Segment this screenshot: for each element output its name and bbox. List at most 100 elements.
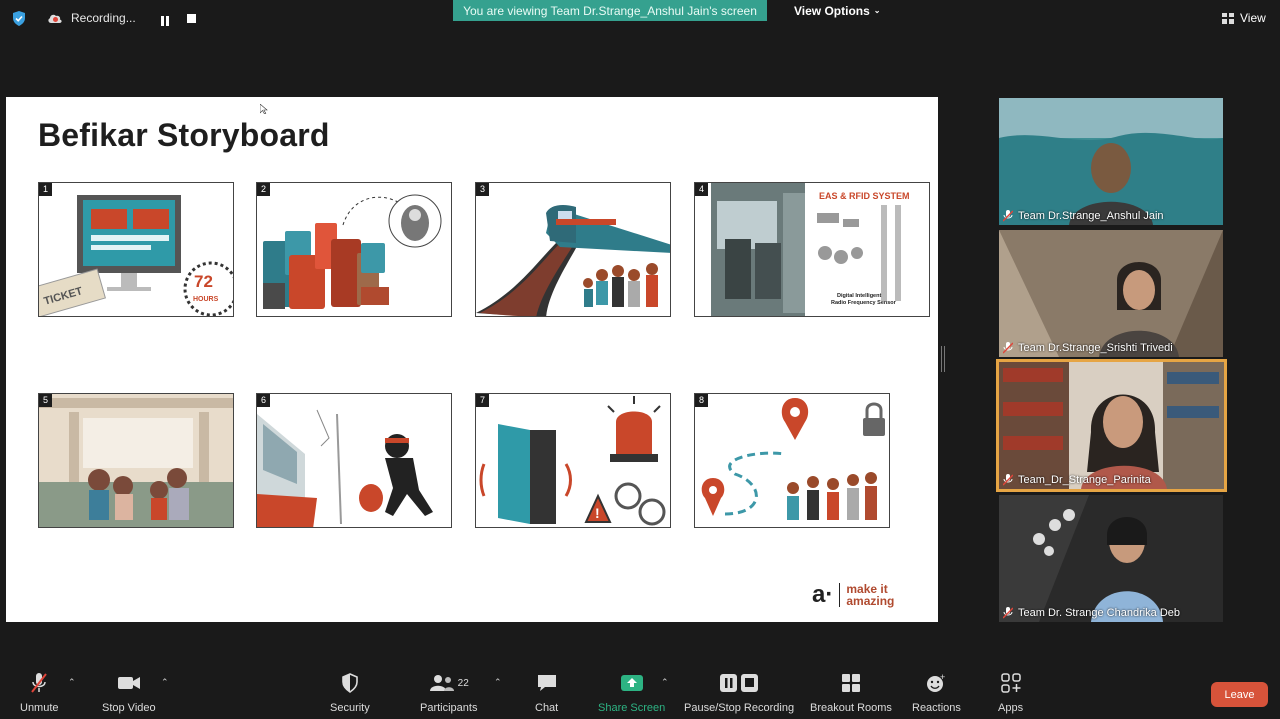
reactions-label: Reactions (912, 702, 961, 714)
participant-tile[interactable]: Team Dr.Strange_Srishti Trivedi (999, 230, 1223, 357)
view-button[interactable]: View (1222, 10, 1266, 26)
rfid-system-illustration: EAS & RFID SYSTEM Digital Intelligent Ra… (711, 183, 910, 316)
family-in-train-illustration (39, 394, 233, 527)
video-options-chevron-icon[interactable]: ⌃ (161, 677, 169, 688)
shield-icon (342, 673, 358, 693)
top-bar: Recording... You are viewing Team Dr.Str… (0, 0, 1280, 36)
storyboard-panel-6: 6 (256, 393, 452, 528)
participant-name: Team Dr.Strange_Srishti Trivedi (1018, 342, 1173, 354)
svg-text:+: + (940, 673, 945, 682)
cloud-recording-icon (48, 14, 62, 23)
storyboard-panel-4: 4 EAS & RFID SYSTEM Digital Intelligent … (694, 182, 930, 317)
hours-label: HOURS (193, 296, 219, 303)
meeting-toolbar: Unmute ⌃ Stop Video ⌃ Security 22 Partic… (0, 663, 1280, 719)
participant-video (999, 362, 1224, 489)
smiley-icon: + (927, 673, 946, 692)
storyboard-panel-2: 2 (256, 182, 452, 317)
participant-tile-active-speaker[interactable]: Team_Dr_Strange_Parinita (996, 359, 1227, 492)
chat-button[interactable]: Chat (535, 671, 558, 714)
participants-button[interactable]: 22 Participants (420, 671, 477, 714)
storyboard-panel-3: 3 (475, 182, 671, 317)
stop-recording-icon[interactable] (187, 14, 196, 23)
share-screen-icon (620, 675, 643, 691)
pause-recording-icon[interactable] (161, 13, 171, 26)
breakout-rooms-label: Breakout Rooms (810, 702, 892, 714)
shared-screen-slide: Befikar Storyboard 1 TICKET 72 HOURS 2 3… (6, 97, 938, 622)
panel-splitter-handle[interactable] (941, 346, 945, 372)
apps-button[interactable]: Apps (998, 671, 1023, 714)
thief-illustration (257, 409, 433, 527)
pause-stop-recording-icon (720, 674, 759, 692)
security-button[interactable]: Security (330, 671, 370, 714)
zoom-meeting-window: Recording... You are viewing Team Dr.Str… (0, 0, 1280, 719)
chat-label: Chat (535, 702, 559, 714)
participant-video (999, 495, 1223, 622)
panel-number: 6 (257, 394, 270, 407)
reactions-button[interactable]: + Reactions (912, 671, 961, 714)
mic-muted-icon (1003, 607, 1013, 619)
sensor-caption-2: Radio Frequency Sensor (831, 300, 897, 306)
luggage-tracker-illustration (263, 194, 442, 309)
eas-rfid-title: EAS & RFID SYSTEM (819, 191, 910, 201)
grid-view-icon (1222, 12, 1234, 24)
sensor-caption-1: Digital Intelligent (837, 293, 881, 299)
breakout-rooms-icon (841, 674, 860, 692)
participant-video (999, 230, 1223, 357)
leave-button[interactable]: Leave (1211, 682, 1268, 707)
storyboard-panel-5: 5 (38, 393, 234, 528)
recording-indicator: Recording... (47, 9, 136, 27)
participant-tile[interactable]: Team Dr. Strange Chandrika Deb (999, 495, 1223, 622)
share-screen-label: Share Screen (598, 702, 666, 714)
participant-name: Team Dr.Strange_Anshul Jain (1018, 210, 1164, 222)
participant-name: Team Dr. Strange Chandrika Deb (1018, 607, 1181, 619)
audio-options-chevron-icon[interactable]: ⌃ (68, 677, 76, 688)
chat-bubble-icon (537, 675, 556, 691)
unmute-button[interactable]: Unmute (20, 671, 59, 714)
panel-number: 2 (257, 183, 270, 196)
participants-options-chevron-icon[interactable]: ⌃ (494, 677, 502, 688)
mic-muted-icon (31, 673, 48, 693)
participant-tile[interactable]: Team Dr.Strange_Anshul Jain (999, 98, 1223, 225)
apps-label: Apps (998, 702, 1024, 714)
view-label: View (1240, 11, 1266, 25)
svg-text:!: ! (595, 505, 600, 521)
mic-muted-icon (1003, 474, 1013, 486)
slide-title: Befikar Storyboard (38, 117, 330, 153)
hours-number: 72 (194, 272, 213, 291)
stop-video-label: Stop Video (102, 702, 156, 714)
security-label: Security (330, 702, 370, 714)
apps-icon (1000, 673, 1021, 693)
participants-count: 22 (457, 677, 469, 689)
view-options-label: View Options (794, 3, 870, 18)
panel-number: 5 (39, 394, 52, 407)
brand-mark: a· (812, 581, 834, 608)
panel-number: 3 (476, 183, 489, 196)
chevron-down-icon: ⌄ (873, 6, 881, 15)
panel-number: 7 (476, 394, 489, 407)
panel-number: 4 (695, 183, 708, 196)
computer-ticket-illustration: TICKET 72 HOURS (39, 195, 233, 316)
brand-line-2: amazing (846, 594, 895, 608)
train-station-illustration (476, 205, 670, 316)
pause-stop-recording-button[interactable]: Pause/Stop Recording (684, 671, 794, 714)
storyboard-panel-8: 8 (694, 393, 890, 528)
brand-logo: a· make it amazing (812, 581, 894, 609)
shield-icon[interactable] (12, 11, 26, 26)
participants-icon (429, 675, 454, 691)
viewing-screen-banner: You are viewing Team Dr.Strange_Anshul J… (453, 0, 767, 21)
share-options-chevron-icon[interactable]: ⌃ (661, 677, 669, 688)
breakout-rooms-button[interactable]: Breakout Rooms (810, 671, 892, 714)
location-tracking-illustration (701, 398, 885, 520)
pause-stop-recording-label: Pause/Stop Recording (684, 702, 795, 714)
view-options-button[interactable]: View Options ⌄ (786, 0, 889, 21)
storyboard-panel-1: 1 TICKET 72 HOURS (38, 182, 234, 317)
stop-video-button[interactable]: Stop Video (102, 671, 156, 714)
share-screen-button[interactable]: Share Screen (598, 671, 665, 714)
video-camera-icon (117, 677, 140, 689)
panel-number: 1 (39, 183, 52, 196)
mic-muted-icon (1003, 342, 1013, 354)
mic-muted-icon (1003, 210, 1013, 222)
participants-label: Participants (420, 702, 478, 714)
participant-video (999, 98, 1223, 225)
alarm-door-illustration: ! (479, 396, 666, 526)
